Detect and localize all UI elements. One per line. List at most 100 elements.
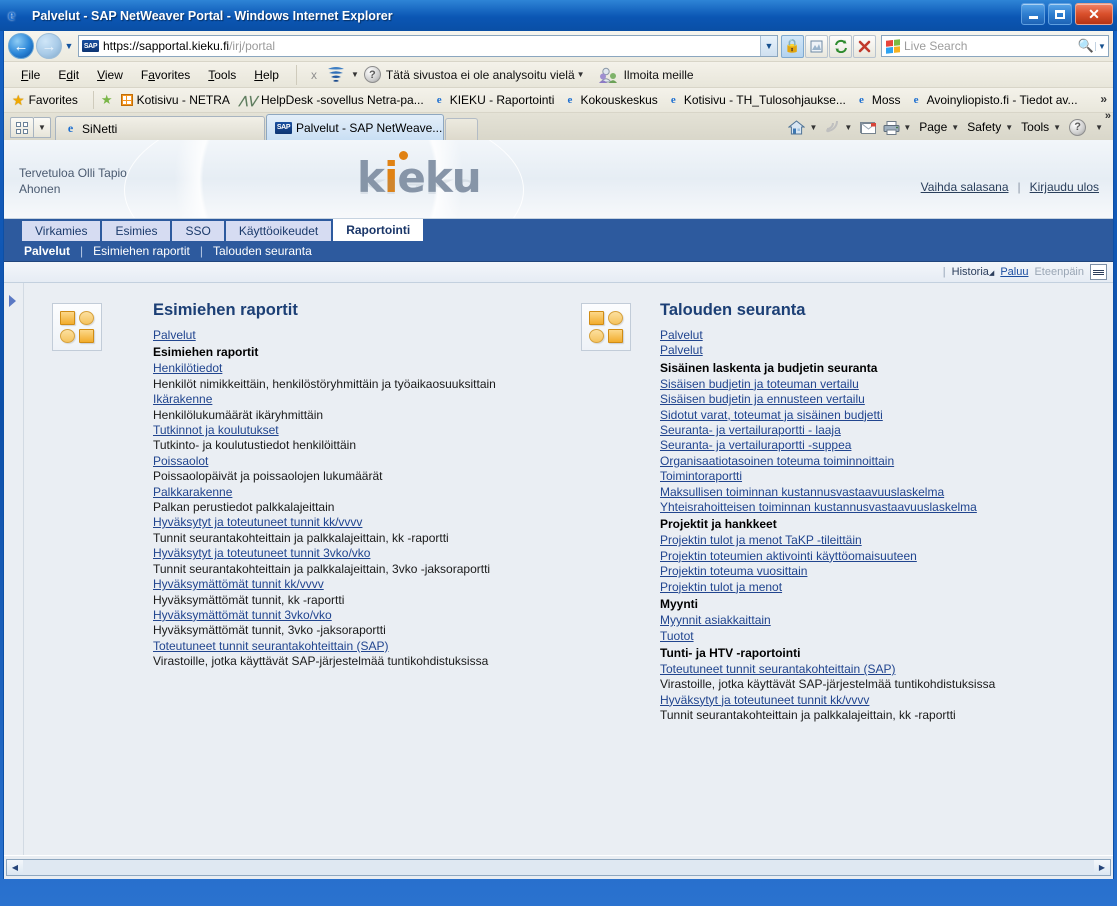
- report-link[interactable]: Tuotot: [660, 629, 1089, 644]
- minimize-button[interactable]: [1021, 3, 1045, 25]
- report-link[interactable]: Hyväksymättömät tunnit kk/vvvv: [153, 577, 569, 592]
- scroll-left-arrow-icon[interactable]: ◀: [7, 860, 23, 875]
- security-lock-icon[interactable]: 🔒: [781, 34, 804, 58]
- help-menu-button[interactable]: ? ▼: [1065, 118, 1107, 136]
- command-bar-overflow-icon[interactable]: »: [1105, 110, 1111, 122]
- report-link[interactable]: Hyväksytyt ja toteutuneet tunnit 3vko/vk…: [153, 546, 569, 561]
- search-go[interactable]: 🔍 ▼: [1077, 36, 1108, 56]
- favorites-overflow-icon[interactable]: »: [1100, 92, 1107, 106]
- report-link[interactable]: Hyväksytyt ja toteutuneet tunnit kk/vvvv: [660, 693, 1089, 708]
- search-provider-dropdown-icon[interactable]: ▼: [1095, 41, 1108, 51]
- subnav-talouden-seuranta[interactable]: Talouden seuranta: [213, 244, 312, 258]
- report-link[interactable]: Toimintoraportti: [660, 469, 1089, 484]
- home-dropdown-icon[interactable]: ▼: [809, 123, 817, 132]
- feeds-button[interactable]: ▼: [821, 119, 856, 136]
- report-site-label[interactable]: Ilmoita meille: [624, 68, 694, 82]
- page-menu-button[interactable]: Page ▼: [915, 120, 963, 134]
- wot-status-dropdown-icon[interactable]: ▼: [575, 70, 590, 79]
- history-menu-button[interactable]: Historia◢: [952, 266, 995, 278]
- favorite-item[interactable]: e KIEKU - Raportointi: [433, 93, 555, 107]
- wot-dropdown-icon[interactable]: ▼: [349, 70, 364, 79]
- report-link[interactable]: Sidotut varat, toteumat ja sisäinen budj…: [660, 408, 1089, 423]
- print-dropdown-icon[interactable]: ▼: [903, 123, 911, 132]
- close-button[interactable]: ✕: [1075, 3, 1113, 25]
- favorite-item[interactable]: e Moss: [855, 93, 901, 107]
- stop-icon[interactable]: [853, 34, 876, 58]
- menu-item-tools[interactable]: Tools: [199, 62, 245, 88]
- nav-tab-virkamies[interactable]: Virkamies: [22, 221, 101, 241]
- nav-tab-esimies[interactable]: Esimies: [102, 221, 171, 241]
- menu-item-favorites[interactable]: Favorites: [132, 62, 199, 88]
- scroll-right-arrow-icon[interactable]: ▶: [1094, 860, 1110, 875]
- favorite-item[interactable]: ⋀⋁ HelpDesk -sovellus Netra-pa...: [239, 93, 424, 107]
- report-link[interactable]: Henkilötiedot: [153, 361, 569, 376]
- report-link[interactable]: Hyväksytyt ja toteutuneet tunnit kk/vvvv: [153, 515, 569, 530]
- report-link[interactable]: Seuranta- ja vertailuraportti -suppea: [660, 438, 1089, 453]
- report-link[interactable]: Sisäisen budjetin ja ennusteen vertailu: [660, 392, 1089, 407]
- report-link[interactable]: Projektin tulot ja menot TaKP -tileittäi…: [660, 533, 1089, 548]
- back-button[interactable]: ←: [8, 33, 34, 59]
- favorite-item[interactable]: e Kotisivu - TH_Tulosohjaukse...: [667, 93, 846, 107]
- question-mark-icon[interactable]: ?: [363, 66, 381, 83]
- browser-tab-sinetti[interactable]: e SiNetti: [55, 116, 265, 140]
- tab-list-dropdown-button[interactable]: ▼: [34, 117, 51, 138]
- compatibility-view-icon[interactable]: [805, 34, 828, 58]
- menu-item-help[interactable]: Help: [245, 62, 288, 88]
- tools-menu-button[interactable]: Tools ▼: [1017, 120, 1065, 134]
- address-dropdown-icon[interactable]: ▼: [760, 36, 777, 56]
- favorites-label[interactable]: Favorites: [29, 93, 78, 107]
- read-mail-button[interactable]: [856, 121, 879, 134]
- favorite-item[interactable]: Kotisivu - NETRA: [120, 93, 230, 107]
- subnav-palvelut[interactable]: Palvelut: [24, 244, 70, 258]
- report-link[interactable]: Myynnit asiakkaittain: [660, 613, 1089, 628]
- search-icon[interactable]: 🔍: [1077, 38, 1095, 54]
- add-to-favorites-icon[interactable]: ★: [101, 92, 113, 108]
- safety-menu-button[interactable]: Safety ▼: [963, 120, 1017, 134]
- change-password-link[interactable]: Vaihda salasana: [921, 180, 1009, 194]
- left-panel-collapse-rail[interactable]: [4, 283, 24, 855]
- report-link[interactable]: Maksullisen toiminnan kustannusvastaavuu…: [660, 485, 1089, 500]
- report-link[interactable]: Palvelut: [660, 328, 1089, 343]
- favorites-star-icon[interactable]: ★: [12, 92, 25, 109]
- report-link[interactable]: Yhteisrahoitteisen toiminnan kustannusva…: [660, 500, 1089, 515]
- report-link[interactable]: Poissaolot: [153, 454, 569, 469]
- logout-link[interactable]: Kirjaudu ulos: [1030, 180, 1099, 194]
- browser-tab-palvelut[interactable]: SAP Palvelut - SAP NetWeave... ✕: [266, 114, 460, 140]
- report-link[interactable]: Projektin toteuma vuosittain: [660, 564, 1089, 579]
- report-link[interactable]: Palvelut: [153, 328, 569, 343]
- favorite-item[interactable]: e Avoinyliopisto.fi - Tiedot av...: [910, 93, 1078, 107]
- report-link[interactable]: Hyväksymättömät tunnit 3vko/vko: [153, 608, 569, 623]
- horizontal-scrollbar[interactable]: ◀ ▶: [6, 859, 1111, 876]
- report-link[interactable]: Sisäisen budjetin ja toteuman vertailu: [660, 377, 1089, 392]
- back-link[interactable]: Paluu: [1000, 266, 1028, 278]
- report-link[interactable]: Organisaatiotasoinen toteuma toiminnoitt…: [660, 454, 1089, 469]
- menu-item-view[interactable]: View: [88, 62, 132, 88]
- forward-button[interactable]: →: [36, 33, 62, 59]
- expand-panel-arrow-icon[interactable]: [9, 295, 16, 307]
- menu-item-file[interactable]: FFileile: [12, 62, 49, 88]
- report-link[interactable]: Tutkinnot ja koulutukset: [153, 423, 569, 438]
- report-link[interactable]: Seuranta- ja vertailuraportti - laaja: [660, 423, 1089, 438]
- favorite-item[interactable]: e Kokouskeskus: [563, 93, 657, 107]
- report-link[interactable]: Toteutuneet tunnit seurantakohteittain (…: [660, 662, 1089, 677]
- home-button[interactable]: ▼: [784, 119, 821, 135]
- print-button[interactable]: ▼: [879, 120, 915, 135]
- recent-pages-dropdown[interactable]: ▼: [62, 41, 76, 51]
- report-link[interactable]: Projektin tulot ja menot: [660, 580, 1089, 595]
- search-input[interactable]: Live Search 🔍 ▼: [881, 35, 1109, 57]
- close-toolbar-icon[interactable]: x: [305, 68, 323, 82]
- address-input[interactable]: SAP https://sapportal.kieku.fi/irj/porta…: [78, 35, 778, 57]
- report-link[interactable]: Palvelut: [660, 343, 1089, 358]
- subnav-esimiehen-raportit[interactable]: Esimiehen raportit: [93, 244, 190, 258]
- nav-tab-sso[interactable]: SSO: [172, 221, 224, 241]
- maximize-button[interactable]: [1048, 3, 1072, 25]
- new-tab-button[interactable]: [445, 118, 478, 140]
- report-link[interactable]: Projektin toteumien aktivointi käyttöoma…: [660, 549, 1089, 564]
- report-link[interactable]: Palkkarakenne: [153, 485, 569, 500]
- report-link[interactable]: Ikärakenne: [153, 392, 569, 407]
- list-menu-icon[interactable]: [1090, 264, 1107, 280]
- nav-tab-raportointi[interactable]: Raportointi: [333, 219, 424, 241]
- refresh-icon[interactable]: [829, 34, 852, 58]
- wot-shield-icon[interactable]: [325, 66, 347, 84]
- menu-item-edit[interactable]: Edit: [49, 62, 88, 88]
